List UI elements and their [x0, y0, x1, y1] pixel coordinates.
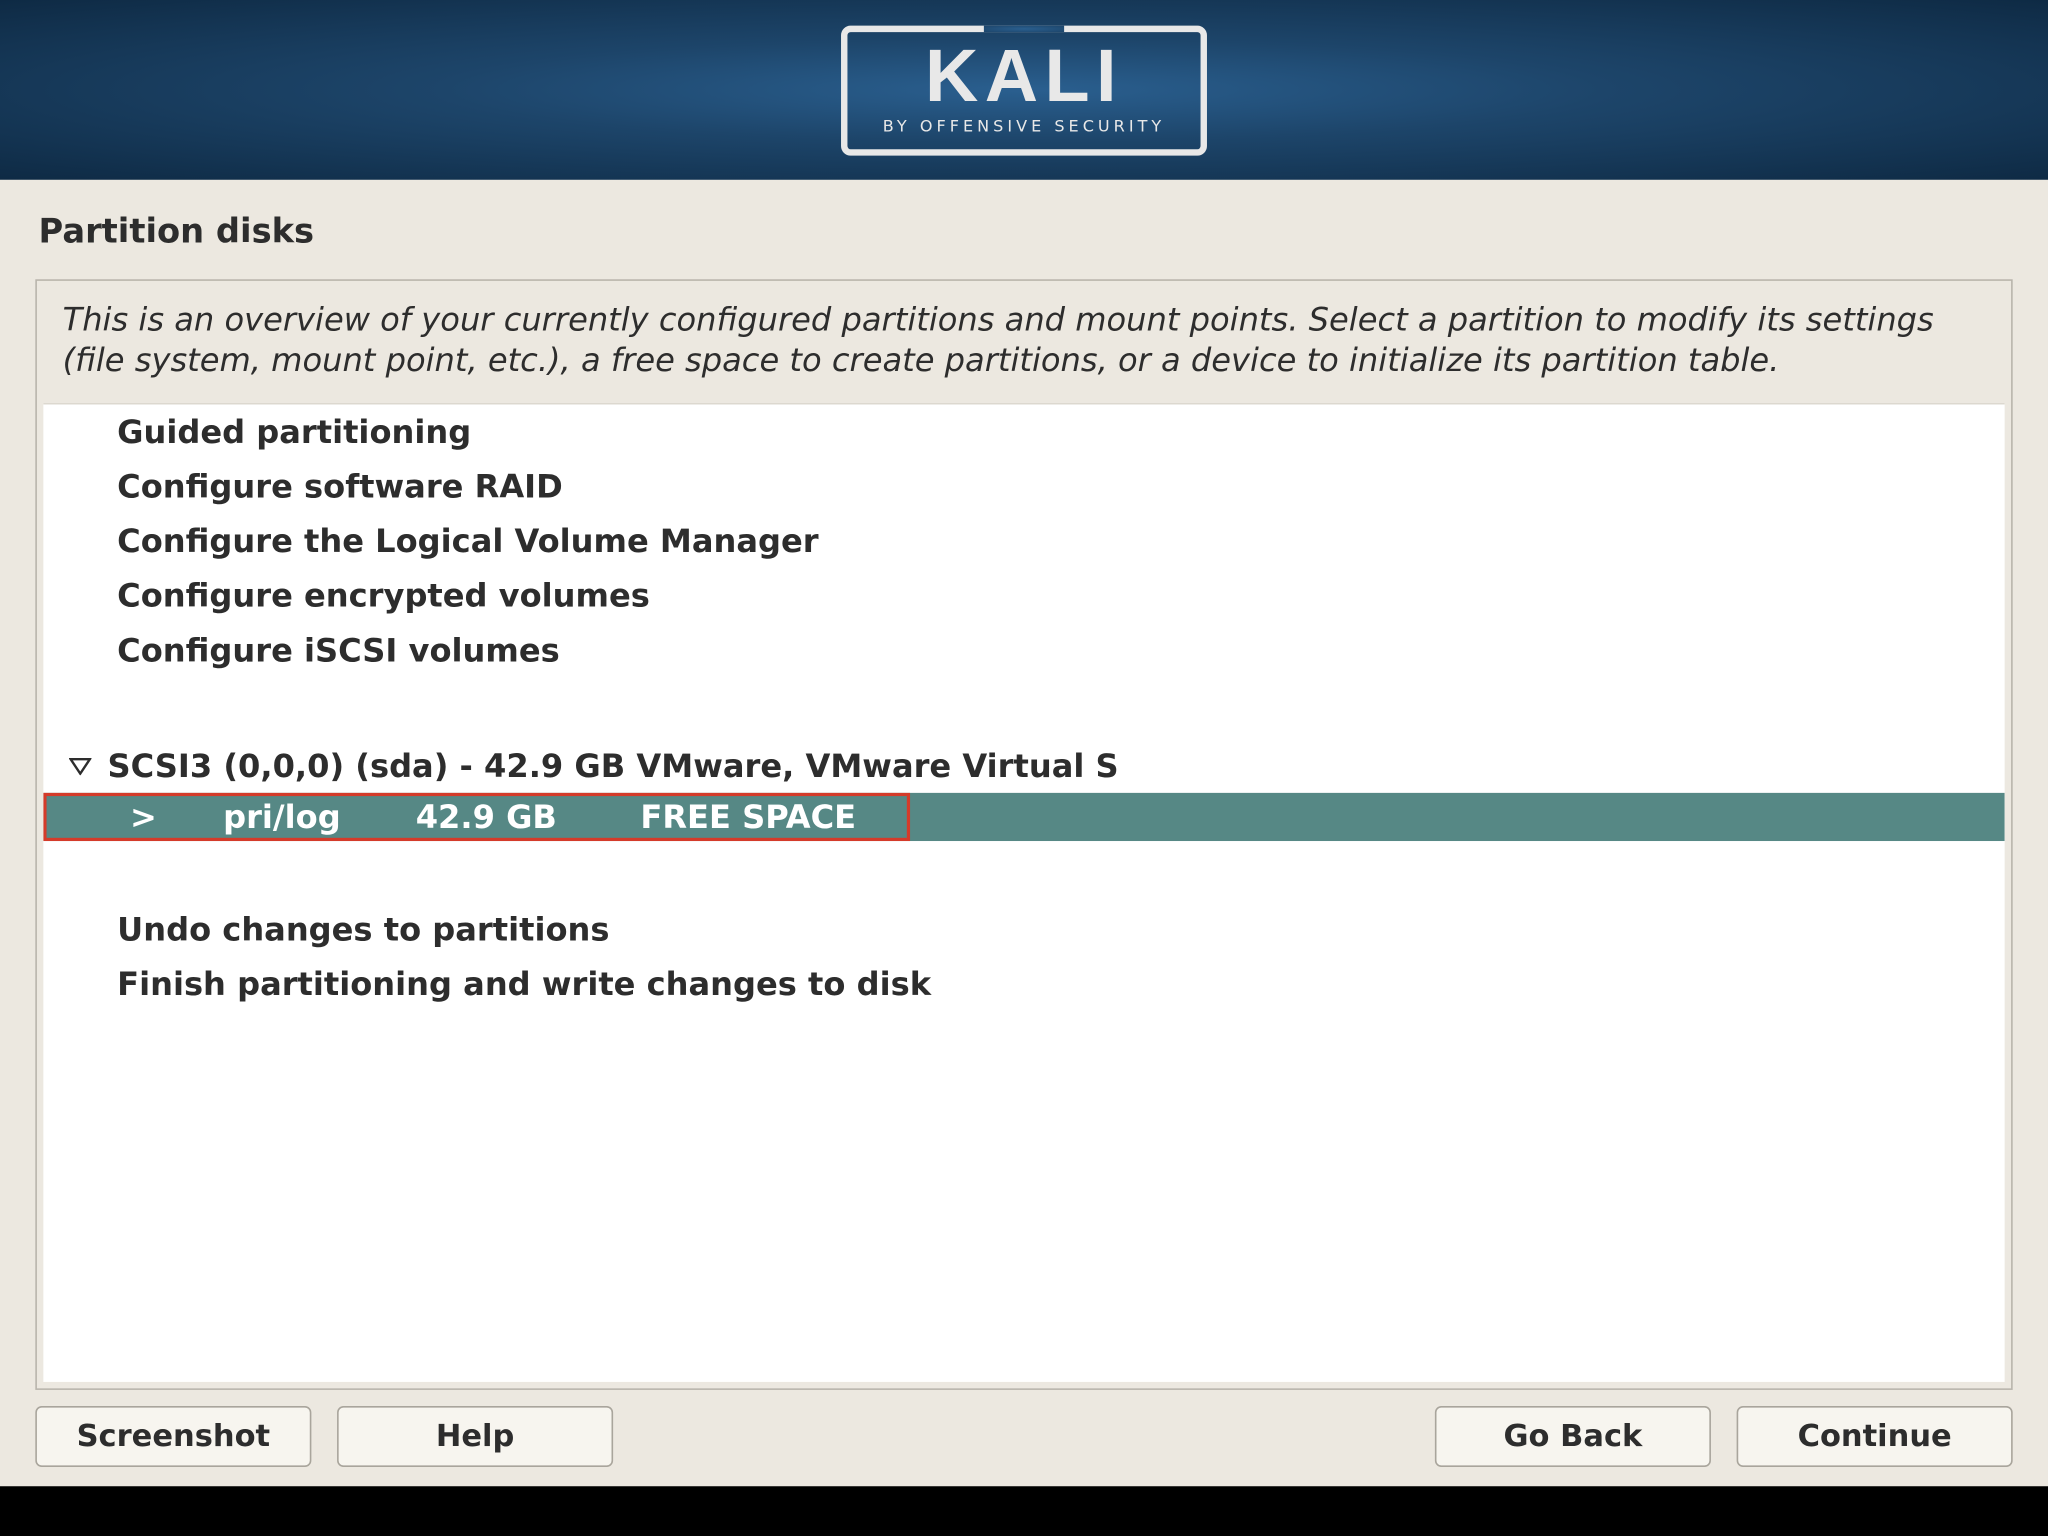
kali-logo-subtitle: BY OFFENSIVE SECURITY	[883, 118, 1165, 136]
button-label: Go Back	[1504, 1419, 1643, 1454]
button-label: Screenshot	[77, 1419, 271, 1454]
kali-logo: KALI BY OFFENSIVE SECURITY	[841, 25, 1207, 155]
partition-label: FREE SPACE	[640, 798, 856, 837]
button-label: Continue	[1798, 1419, 1952, 1454]
disk-row-sda[interactable]: SCSI3 (0,0,0) (sda) - 42.9 GB VMware, VM…	[43, 738, 2004, 793]
option-configure-lvm[interactable]: Configure the Logical Volume Manager	[43, 514, 2004, 569]
installer-window: KALI BY OFFENSIVE SECURITY Partition dis…	[0, 0, 2048, 1486]
chevron-down-icon	[69, 756, 108, 775]
step-title: Partition disks	[39, 212, 2010, 251]
option-label: Configure encrypted volumes	[117, 576, 650, 615]
spacer	[43, 841, 2004, 902]
option-undo-changes[interactable]: Undo changes to partitions	[43, 902, 2004, 957]
kali-logo-text: KALI	[925, 38, 1123, 112]
screenshot-button[interactable]: Screenshot	[35, 1406, 311, 1467]
highlight-box: > pri/log 42.9 GB FREE SPACE	[43, 793, 910, 841]
option-label: Undo changes to partitions	[117, 910, 609, 949]
button-bar-left: Screenshot Help	[35, 1406, 613, 1467]
partition-type: pri/log	[223, 798, 416, 837]
partition-arrow: >	[130, 798, 223, 837]
partition-size: 42.9 GB	[416, 798, 641, 837]
option-label: Finish partitioning and write changes to…	[117, 965, 931, 1004]
continue-button[interactable]: Continue	[1737, 1406, 2013, 1467]
go-back-button[interactable]: Go Back	[1435, 1406, 1711, 1467]
option-configure-iscsi[interactable]: Configure iSCSI volumes	[43, 623, 2004, 678]
option-label: Configure the Logical Volume Manager	[117, 522, 818, 561]
partition-row-free-space[interactable]: > pri/log 42.9 GB FREE SPACE	[43, 793, 2004, 841]
option-label: Guided partitioning	[117, 412, 471, 451]
option-configure-raid[interactable]: Configure software RAID	[43, 459, 2004, 514]
disk-label: SCSI3 (0,0,0) (sda) - 42.9 GB VMware, VM…	[108, 746, 1119, 785]
option-label: Configure software RAID	[117, 467, 563, 506]
button-bar: Screenshot Help Go Back Continue	[35, 1390, 2012, 1470]
body: Partition disks This is an overview of y…	[0, 180, 2048, 1486]
main-panel: This is an overview of your currently co…	[35, 279, 2012, 1390]
button-label: Help	[436, 1419, 514, 1454]
header-banner: KALI BY OFFENSIVE SECURITY	[0, 0, 2048, 180]
option-configure-encrypted[interactable]: Configure encrypted volumes	[43, 568, 2004, 623]
button-bar-right: Go Back Continue	[1435, 1406, 2013, 1467]
intro-text: This is an overview of your currently co…	[37, 281, 2011, 403]
option-finish-partitioning[interactable]: Finish partitioning and write changes to…	[43, 957, 2004, 1012]
spacer	[43, 677, 2004, 738]
help-button[interactable]: Help	[337, 1406, 613, 1467]
partition-list: Guided partitioning Configure software R…	[43, 403, 2004, 1382]
option-label: Configure iSCSI volumes	[117, 631, 560, 670]
option-guided-partitioning[interactable]: Guided partitioning	[43, 404, 2004, 459]
